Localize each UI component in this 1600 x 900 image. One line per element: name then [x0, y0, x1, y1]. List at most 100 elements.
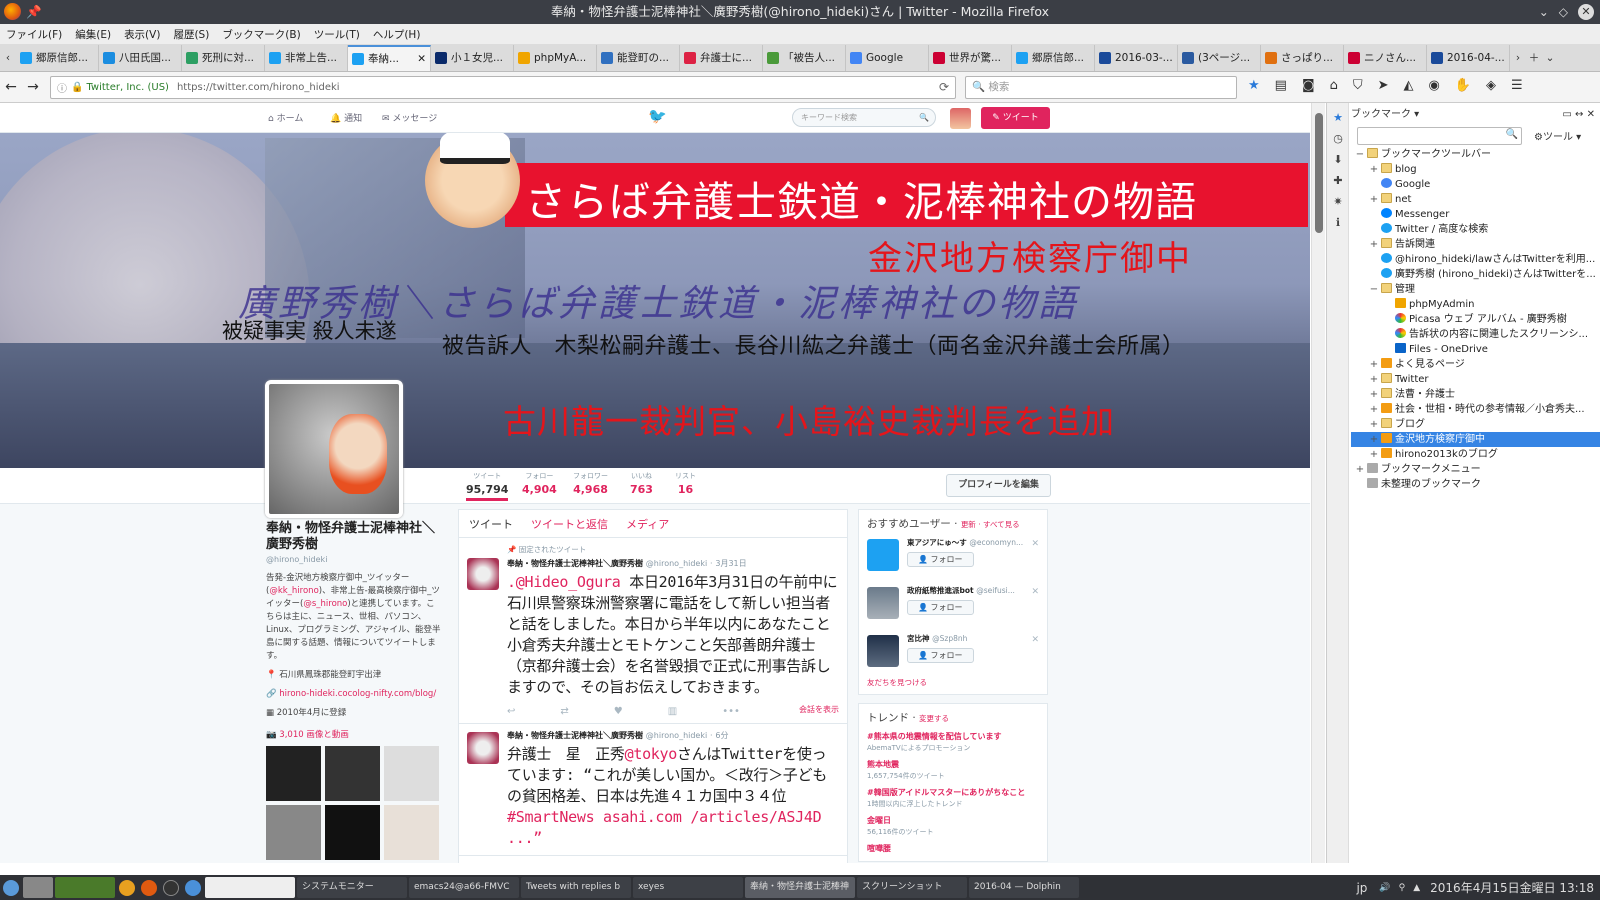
trend-item[interactable]: 金曜日 56,116件のツイート — [867, 815, 1039, 837]
expander-icon[interactable]: + — [1369, 357, 1379, 372]
tab-item[interactable]: 能登町の... — [597, 44, 680, 71]
nav-notifications[interactable]: 🔔 通知 — [330, 111, 362, 124]
taskbar-window-button[interactable]: xeyes — [633, 877, 743, 898]
tweet-time[interactable]: 6分 — [715, 731, 728, 740]
network-icon[interactable]: ⚲ — [1399, 883, 1406, 893]
bio-link[interactable]: @s_hirono — [303, 599, 347, 609]
dismiss-icon[interactable]: ✕ — [1031, 635, 1039, 645]
analytics-icon[interactable]: ▥ — [668, 706, 677, 717]
tab-scroll-right-icon[interactable]: › — [1510, 52, 1526, 64]
bookmark-item[interactable]: + 告訴関連 — [1351, 237, 1600, 252]
follow-button[interactable]: 👤 フォロー — [907, 552, 974, 567]
tab-item[interactable]: 八田氏国... — [99, 44, 182, 71]
tab-item[interactable]: さっぱり... — [1261, 44, 1344, 71]
stat-followers[interactable]: フォロワー 4,968 — [573, 471, 608, 496]
site-identity[interactable]: Twitter, Inc. (US) — [86, 82, 169, 93]
menu-edit[interactable]: 編集(E) — [75, 27, 111, 42]
hamburger-menu-icon[interactable]: ☰ — [1511, 78, 1523, 93]
expander-icon[interactable]: + — [1369, 402, 1379, 417]
tab-item[interactable]: 世界が驚... — [929, 44, 1012, 71]
tweet-item[interactable]: 📌 固定されたツイート 奉納・物怪弁護士泥棒神社＼廣野秀樹 @hirono_hi… — [459, 538, 847, 724]
menu-help[interactable]: ヘルプ(H) — [373, 27, 421, 42]
bookmark-item[interactable]: Files - OneDrive — [1351, 342, 1600, 357]
menu-bookmarks[interactable]: ブックマーク(B) — [222, 27, 300, 42]
info-panel-icon[interactable]: ℹ — [1327, 216, 1349, 229]
menu-tools[interactable]: ツール(T) — [314, 27, 360, 42]
addon-icon[interactable]: ◈ — [1486, 78, 1496, 93]
bookmark-item[interactable]: @hirono_hideki/lawさんはTwitterを利用... — [1351, 252, 1600, 267]
extension-icon[interactable]: ◭ — [1404, 78, 1414, 93]
scrollbar-thumb[interactable] — [1315, 113, 1323, 233]
media-thumbnail[interactable] — [325, 746, 380, 801]
bookmark-item[interactable]: Messenger — [1351, 207, 1600, 222]
addons-icon[interactable]: ✚ — [1327, 174, 1349, 187]
reply-icon[interactable]: ↩ — [507, 706, 515, 717]
profile-handle[interactable]: @hirono_hideki — [266, 555, 442, 564]
bookmark-item[interactable]: − 管理 — [1351, 282, 1600, 297]
twitter-bird-icon[interactable]: 🐦 — [648, 107, 667, 125]
bookmarks-panel-icon[interactable]: ★ — [1327, 111, 1349, 124]
bookmark-star-icon[interactable]: ★ — [1248, 78, 1260, 93]
tab-item[interactable]: 死刑に対... — [182, 44, 265, 71]
app-launcher-icon[interactable] — [185, 879, 201, 896]
history-icon[interactable]: ◷ — [1327, 132, 1349, 145]
info-icon[interactable]: ⓘ — [57, 80, 67, 95]
tab-scroll-left-icon[interactable]: ‹ — [0, 52, 16, 64]
stat-likes[interactable]: いいね 763 — [630, 471, 653, 496]
notifications-icon[interactable]: ▲ — [1413, 883, 1420, 893]
tweet-handle[interactable]: @hirono_hideki — [646, 731, 707, 740]
media-thumbnail[interactable] — [266, 746, 321, 801]
new-tab-icon[interactable]: ＋ — [1526, 50, 1542, 65]
view-conversation-link[interactable]: 会話を表示 — [799, 704, 839, 715]
photos-videos-link[interactable]: 📷 3,010 画像と動画 — [266, 728, 442, 740]
bookmark-item[interactable]: + 金沢地方検察庁御中 — [1351, 432, 1600, 447]
trend-name[interactable]: #熊本県の地震情報を配信しています — [867, 731, 1039, 742]
follow-button[interactable]: 👤 フォロー — [907, 600, 974, 615]
media-thumbnail[interactable] — [384, 746, 439, 801]
bookmark-item[interactable]: + ブログ — [1351, 417, 1600, 432]
desktop-pager[interactable] — [23, 877, 53, 898]
suggested-user-name[interactable]: 東アジアにゅ～す — [907, 538, 967, 547]
media-thumbnail[interactable] — [384, 805, 439, 860]
nav-home[interactable]: ⌂ ホーム — [268, 111, 303, 124]
keyboard-layout[interactable]: jp — [1348, 881, 1375, 895]
pin-icon[interactable]: 📌 — [26, 0, 42, 24]
trend-item[interactable]: #韓国版アイドルマスターにありがちなこと 1時間以内に浮上したトレンド — [867, 787, 1039, 809]
stat-following[interactable]: フォロー 4,904 — [522, 471, 557, 496]
suggested-user[interactable]: 政府紙幣推進派bot @seifusi... 👤 フォロー ✕ — [867, 585, 1039, 627]
url-bar[interactable]: ⓘ 🔒 Twitter, Inc. (US) https://twitter.c… — [50, 76, 956, 99]
trends-change-link[interactable]: 変更する — [919, 714, 949, 723]
stat-tweets[interactable]: ツイート 95,794 — [466, 471, 509, 501]
suggested-user-name[interactable]: 政府紙幣推進派bot — [907, 586, 974, 595]
close-window-icon[interactable]: ✕ — [1578, 4, 1594, 20]
dismiss-icon[interactable]: ✕ — [1031, 539, 1039, 549]
shield-icon[interactable]: ⛉ — [1353, 78, 1363, 93]
expander-icon[interactable]: + — [1369, 432, 1379, 447]
bookmark-item[interactable]: 廣野秀樹 (hirono_hideki)さんはTwitterを... — [1351, 267, 1600, 282]
expander-icon[interactable]: + — [1369, 417, 1379, 432]
suggested-user-name[interactable]: 宮比神 — [907, 634, 930, 643]
suggested-user-avatar[interactable] — [867, 635, 899, 667]
tweet-button[interactable]: ✎ ツイート — [981, 107, 1050, 129]
media-thumbnail[interactable] — [266, 805, 321, 860]
bookmark-item[interactable]: + Twitter — [1351, 372, 1600, 387]
suggested-user[interactable]: 宮比神 @Szp8nh 👤 フォロー ✕ — [867, 633, 1039, 675]
page-scrollbar[interactable] — [1311, 103, 1325, 863]
tab-item[interactable]: (3ページ... — [1178, 44, 1261, 71]
sidebar-close-icon[interactable]: ✕ — [1587, 109, 1595, 120]
stat-lists[interactable]: リスト 16 — [675, 471, 696, 496]
downloads-icon[interactable]: ⬇ — [1327, 153, 1349, 166]
taskbar-window-button[interactable]: スクリーンショット — [857, 877, 967, 898]
retweet-icon[interactable]: ⇄ — [560, 706, 568, 717]
tab-item[interactable]: 郷原信郎... — [1012, 44, 1095, 71]
bookmark-item[interactable]: Google — [1351, 177, 1600, 192]
media-thumbnail[interactable] — [325, 805, 380, 860]
user-avatar[interactable] — [950, 108, 971, 129]
tab-list-icon[interactable]: ⌄ — [1542, 52, 1558, 64]
suggested-user-avatar[interactable] — [867, 539, 899, 571]
suggested-user-avatar[interactable] — [867, 587, 899, 619]
taskbar-search-input[interactable] — [205, 877, 295, 898]
tab-item[interactable]: 2016-04-... — [1427, 44, 1510, 71]
tweet-author[interactable]: 奉納・物怪弁護士泥棒神社＼廣野秀樹 — [507, 559, 643, 568]
tab-item[interactable]: 小１女児... — [431, 44, 514, 71]
